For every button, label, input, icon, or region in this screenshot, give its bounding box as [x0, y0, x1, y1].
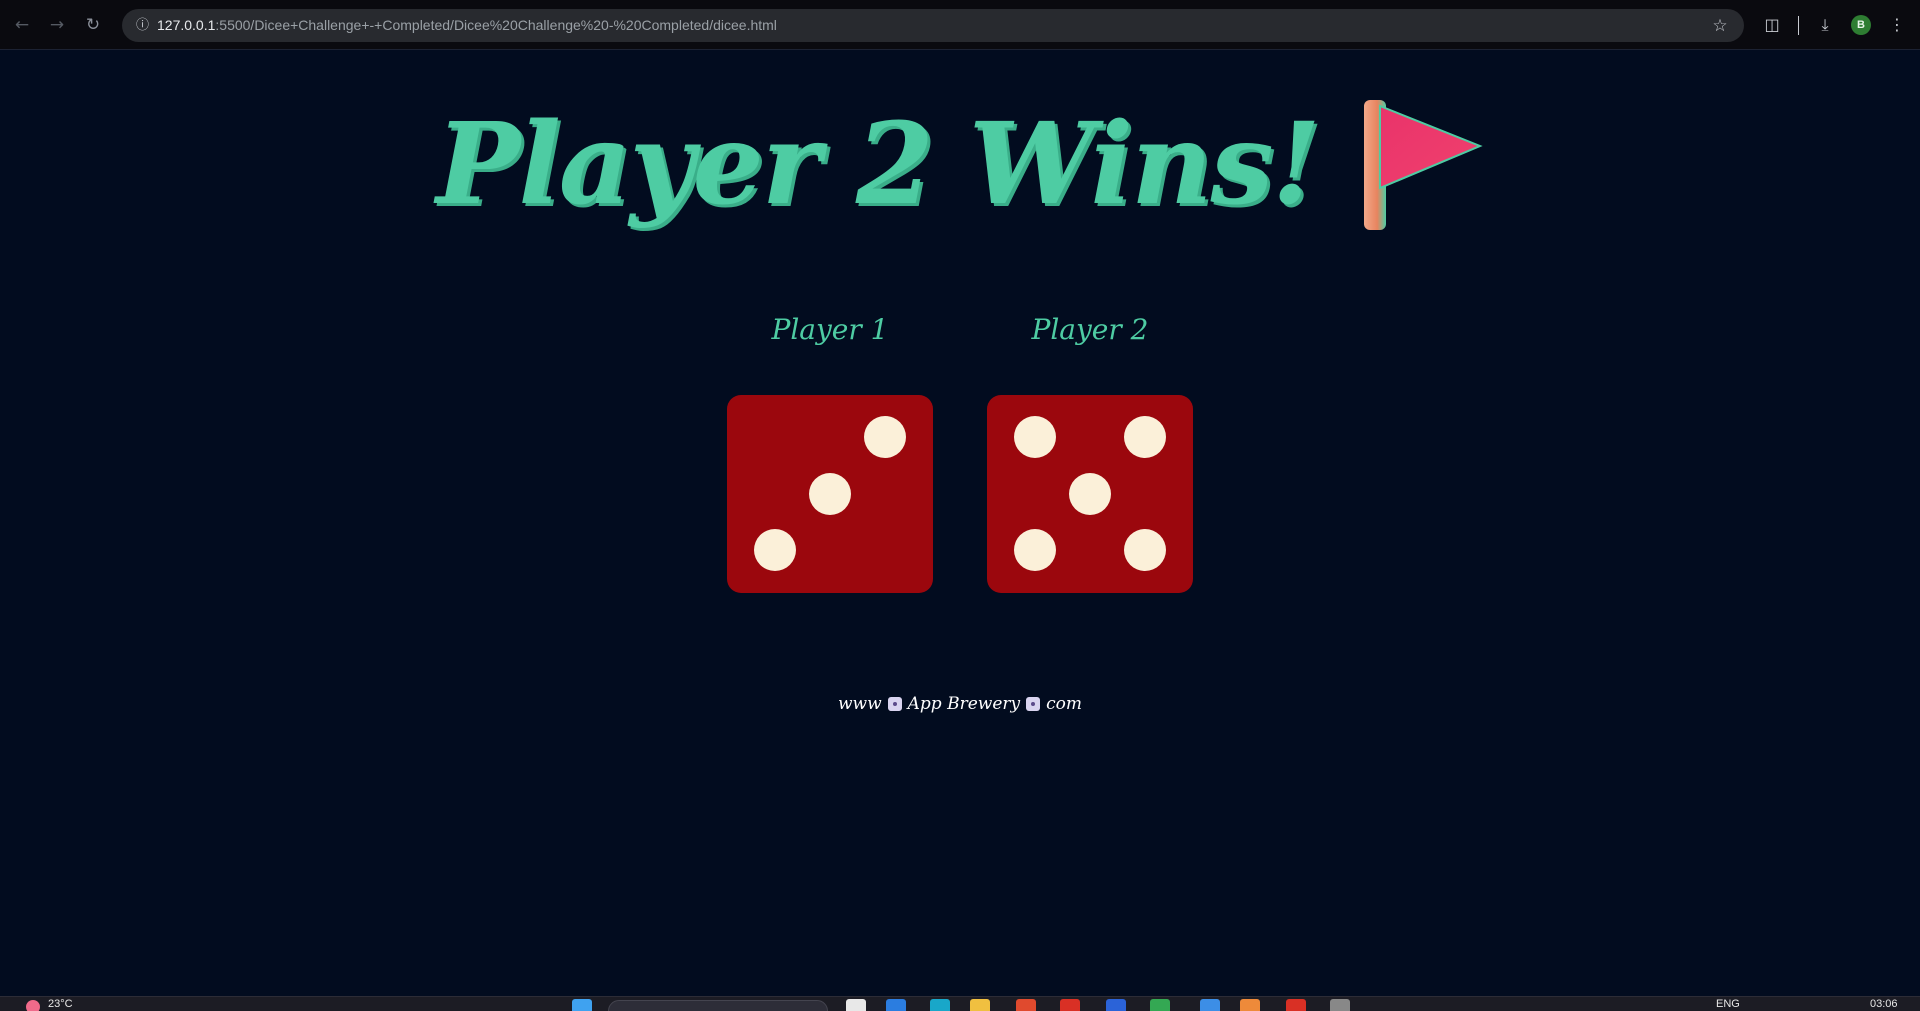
reload-icon[interactable]: ↻: [81, 13, 105, 37]
footer-brand: App Brewery: [907, 694, 1021, 714]
dice-icon: [887, 697, 902, 711]
back-icon[interactable]: ←: [10, 13, 34, 37]
taskbar-search[interactable]: [608, 1000, 828, 1011]
clock[interactable]: 03:06: [1870, 997, 1898, 1011]
toolbar-divider: [1798, 16, 1799, 35]
player-2-die: [987, 395, 1193, 593]
app-icon-3[interactable]: [1286, 999, 1306, 1011]
bookmark-star-icon[interactable]: ☆: [1708, 14, 1732, 38]
die-pip: [754, 529, 796, 571]
profile-avatar[interactable]: B: [1851, 15, 1871, 35]
url-path: :5500/Dicee+Challenge+-+Completed/Dicee%…: [215, 17, 777, 33]
weather-icon[interactable]: [26, 1000, 40, 1011]
player-1-die: [727, 395, 933, 593]
player-2-label: Player 2: [1031, 313, 1149, 346]
mail-icon[interactable]: [1106, 999, 1126, 1011]
chrome-icon[interactable]: [1150, 999, 1170, 1011]
task-view-icon[interactable]: [846, 999, 866, 1011]
site-info-icon[interactable]: ⓘ: [132, 15, 153, 36]
dice-icon: [1026, 697, 1041, 711]
edge-icon[interactable]: [886, 999, 906, 1011]
footer-suffix: com: [1046, 694, 1082, 714]
app-icon[interactable]: [1060, 999, 1080, 1011]
footer: www App Brewery com: [0, 694, 1920, 714]
language-indicator[interactable]: ENG: [1716, 997, 1740, 1011]
weather-text[interactable]: 23°C: [48, 997, 73, 1011]
forward-icon[interactable]: →: [45, 13, 69, 37]
player-1-label: Player 1: [771, 313, 889, 346]
url-text[interactable]: 127.0.0.1:5500/Dicee+Challenge+-+Complet…: [157, 9, 777, 42]
die-pip: [1069, 473, 1111, 515]
store-icon[interactable]: [930, 999, 950, 1011]
menu-icon[interactable]: ⋮: [1885, 13, 1909, 37]
die-pip: [809, 473, 851, 515]
address-bar[interactable]: ⓘ 127.0.0.1:5500/Dicee+Challenge+-+Compl…: [122, 9, 1744, 42]
die-pip: [1124, 529, 1166, 571]
download-icon[interactable]: ⤓: [1813, 13, 1837, 37]
die-pip: [1014, 416, 1056, 458]
red-flag-icon: [1363, 99, 1483, 230]
footer-prefix: www: [837, 694, 882, 714]
office-icon[interactable]: [1016, 999, 1036, 1011]
title-row: Player 2 Wins!: [0, 99, 1920, 230]
extensions-icon[interactable]: ◫: [1760, 13, 1784, 37]
page-content: Player 2 Wins! Player 1 Player 2 www App …: [0, 51, 1920, 996]
die-pip: [1124, 416, 1166, 458]
page-title: Player 2 Wins!: [436, 99, 1321, 230]
die-pip: [864, 416, 906, 458]
browser-toolbar: ← → ↻ ⓘ 127.0.0.1:5500/Dicee+Challenge+-…: [0, 0, 1920, 50]
taskbar: 23°C ENG 03:06: [0, 996, 1920, 1011]
start-icon[interactable]: [572, 999, 592, 1011]
folder-icon[interactable]: [970, 999, 990, 1011]
app-icon-2[interactable]: [1240, 999, 1260, 1011]
url-host: 127.0.0.1: [157, 17, 216, 33]
vscode-icon[interactable]: [1200, 999, 1220, 1011]
app-icon-4[interactable]: [1330, 999, 1350, 1011]
die-pip: [1014, 529, 1056, 571]
